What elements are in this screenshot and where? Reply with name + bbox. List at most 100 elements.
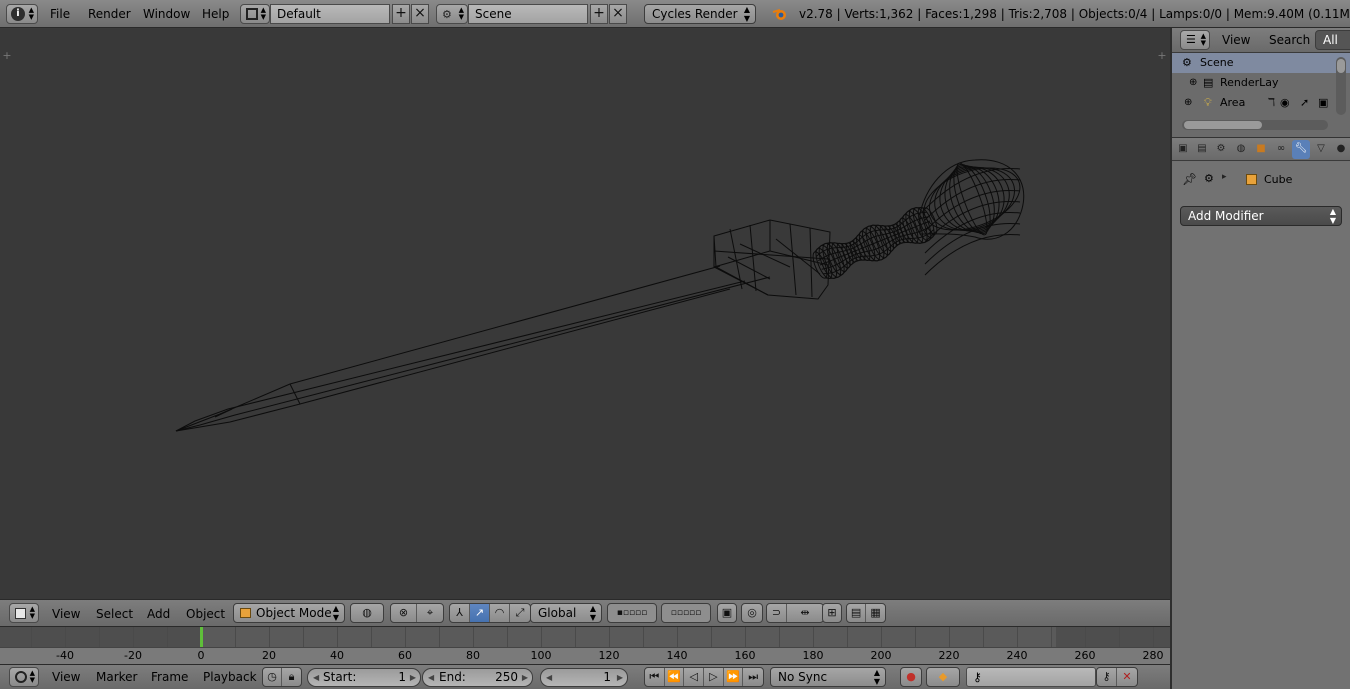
menu-marker[interactable]: Marker <box>96 667 137 687</box>
play-reverse-icon[interactable]: ◁ <box>684 668 705 686</box>
outliner-row-scene[interactable]: ⚙ Scene <box>1172 53 1350 73</box>
editor-type-outliner-button[interactable]: ☰ ▲ ▼ <box>1180 30 1210 50</box>
scene-tab-icon[interactable]: ⚙ <box>1212 140 1230 159</box>
expand-plus-icon[interactable]: ⊕ <box>1189 73 1197 93</box>
sword-wireframe-mesh[interactable] <box>0 29 1170 599</box>
layers-grid-b[interactable]: ▫▫▫▫▫ <box>661 603 711 623</box>
screen-layout-icon-button[interactable]: ▲ ▼ <box>240 4 270 24</box>
jump-end-icon[interactable]: ⏭ <box>743 668 763 686</box>
auto-keying-button[interactable]: ● <box>900 667 922 687</box>
sync-mode-dropdown[interactable]: No Sync ▲ ▼ <box>770 667 886 687</box>
mode-dropdown[interactable]: Object Mode ▲ ▼ <box>233 603 345 623</box>
clapper-animation-icon[interactable]: ▦ <box>866 604 885 622</box>
current-frame-marker[interactable] <box>200 627 203 647</box>
current-frame-field[interactable]: ◀ 1 ▶ <box>540 668 628 687</box>
decrement-arrow-icon[interactable]: ◀ <box>546 669 552 686</box>
increment-arrow-icon[interactable]: ▶ <box>522 669 528 686</box>
jump-next-keyframe-icon[interactable]: ⏩ <box>724 668 744 686</box>
playback-controls[interactable]: ⏮ ⏪ ◁ ▷ ⏩ ⏭ <box>644 667 764 687</box>
timeline-track[interactable] <box>0 627 1170 647</box>
snap-target-button[interactable]: ⊞ <box>822 603 842 623</box>
menu-window[interactable]: Window <box>143 4 190 24</box>
data-tab-icon[interactable]: ▽ <box>1312 140 1330 159</box>
editor-type-3dview-button[interactable]: ▲ ▼ <box>9 603 39 623</box>
add-modifier-dropdown[interactable]: Add Modifier ▲ ▼ <box>1180 206 1342 226</box>
cursor-select-icon[interactable]: ➚ <box>1300 93 1309 113</box>
layers-grid-a[interactable]: ▪▫▫▫▫ <box>607 603 657 623</box>
jump-prev-keyframe-icon[interactable]: ⏪ <box>665 668 685 686</box>
menu-playback[interactable]: Playback <box>203 667 257 687</box>
editor-type-timeline-button[interactable]: ▲ ▼ <box>9 667 39 687</box>
layer-buttons-icon[interactable]: ▪▫▫▫▫ <box>608 604 656 622</box>
jump-start-icon[interactable]: ⏮ <box>645 668 665 686</box>
menu-object[interactable]: Object <box>186 604 225 624</box>
menu-view[interactable]: View <box>52 604 80 624</box>
modifiers-wrench-tab-icon[interactable]: 🔧︎ <box>1292 140 1310 159</box>
keying-set-field[interactable]: ⚷ <box>966 667 1096 687</box>
scene-field[interactable]: Scene <box>468 4 588 24</box>
outliner-row-renderlayers[interactable]: ⊕ ▤ RenderLay <box>1172 73 1350 93</box>
layer-lock-button[interactable]: ▣ <box>717 603 737 623</box>
menu-render[interactable]: Render <box>88 4 131 24</box>
eye-icon[interactable]: ◉ <box>1280 93 1290 113</box>
decrement-arrow-icon[interactable]: ◀ <box>428 669 434 686</box>
camera-render-icon[interactable]: ▤ <box>847 604 867 622</box>
screen-layout-field[interactable]: Default <box>270 4 390 24</box>
world-tab-icon[interactable]: ◍ <box>1232 140 1250 159</box>
transform-orientation-dropdown[interactable]: Global ▲ ▼ <box>530 603 602 623</box>
lock-icon[interactable]: 🔒︎ <box>282 668 301 686</box>
translate-arrow-icon[interactable]: ↗ <box>470 604 490 622</box>
preview-range-clock-icon[interactable]: ◷ <box>263 668 283 686</box>
menu-view[interactable]: View <box>1222 30 1250 50</box>
scene-icon-button[interactable]: ⚙ ▲ ▼ <box>436 4 468 24</box>
insert-keyframe-buttons[interactable]: ⚷ ✕ <box>1096 667 1138 687</box>
snap-group[interactable]: ⊃ ⇹ <box>766 603 824 623</box>
render-engine-dropdown[interactable]: Cycles Render ▲ ▼ <box>644 4 756 24</box>
snap-element-icon[interactable]: ⇹ <box>787 604 823 622</box>
expand-plus-icon[interactable]: ⊕ <box>1184 93 1192 113</box>
pin-icon[interactable]: 📌︎ <box>1182 172 1197 186</box>
object-tab-icon[interactable]: ■ <box>1252 140 1270 159</box>
decrement-arrow-icon[interactable]: ◀ <box>313 669 319 686</box>
layer-buttons-icon[interactable]: ▫▫▫▫▫ <box>662 604 710 622</box>
outliner-tree[interactable]: ⚙ Scene ⊕ ▤ RenderLay ⊕ 💡︎ Area ℸ ◉ ➚ ▣ <box>1172 53 1350 137</box>
transform-manipulators-group[interactable]: ⅄ ↗ ◠ ⤢ <box>449 603 531 623</box>
menu-help[interactable]: Help <box>202 4 229 24</box>
scrollbar-thumb[interactable] <box>1337 59 1345 73</box>
3d-viewport[interactable]: + + <box>0 29 1170 599</box>
end-frame-field[interactable]: ◀ End: 250 ▶ <box>422 668 533 687</box>
menu-select[interactable]: Select <box>96 604 133 624</box>
editor-type-info-button[interactable]: i ▲ ▼ <box>6 4 38 24</box>
render-layers-tab-icon[interactable]: ▤ <box>1193 140 1211 159</box>
menu-view[interactable]: View <box>52 667 80 687</box>
menu-frame[interactable]: Frame <box>151 667 188 687</box>
proportional-edit-button[interactable]: ◎ <box>741 603 763 623</box>
start-frame-field[interactable]: ◀ Start: 1 ▶ <box>307 668 421 687</box>
axis-tripod-icon[interactable]: ⅄ <box>450 604 470 622</box>
camera-render-icon[interactable]: ▣ <box>1318 93 1328 113</box>
magnet-icon[interactable]: ⊃ <box>767 604 787 622</box>
keying-set-type-dropdown[interactable]: ◆ <box>926 667 960 687</box>
timeline-ruler[interactable]: -40 -20 0 20 40 60 80 100 120 140 160 180 200 220 240 2… <box>0 647 1170 664</box>
menu-add[interactable]: Add <box>147 604 170 624</box>
viewport-shading-dropdown[interactable]: ◍ <box>350 603 384 623</box>
pivot-point-icon[interactable]: ⊗ <box>391 604 417 622</box>
delete-scene-button[interactable]: × <box>609 4 627 24</box>
scale-icon[interactable]: ⤢ <box>510 604 530 622</box>
outliner-vertical-scrollbar[interactable] <box>1336 57 1346 115</box>
constraints-tab-icon[interactable]: ∞ <box>1272 140 1290 159</box>
increment-arrow-icon[interactable]: ▶ <box>410 669 416 686</box>
pivot-and-manipulator-group[interactable]: ⊗ ⌖ <box>390 603 444 623</box>
menu-search[interactable]: Search <box>1269 30 1310 50</box>
render-buttons-group[interactable]: ▤ ▦ <box>846 603 886 623</box>
manipulator-toggle-icon[interactable]: ⌖ <box>417 604 443 622</box>
render-tab-icon[interactable]: ▣ <box>1174 140 1192 159</box>
increment-arrow-icon[interactable]: ▶ <box>617 669 623 686</box>
play-icon[interactable]: ▷ <box>704 668 724 686</box>
outliner-row-area-lamp[interactable]: ⊕ 💡︎ Area ℸ ◉ ➚ ▣ <box>1172 93 1350 113</box>
keying-clock-lock-group[interactable]: ◷ 🔒︎ <box>262 667 302 687</box>
add-scene-button[interactable]: + <box>590 4 608 24</box>
timeline-area[interactable]: -40 -20 0 20 40 60 80 100 120 140 160 180 200 220 240 2… <box>0 626 1170 664</box>
delete-key-icon[interactable]: ✕ <box>1117 668 1137 686</box>
menu-file[interactable]: File <box>50 4 70 24</box>
